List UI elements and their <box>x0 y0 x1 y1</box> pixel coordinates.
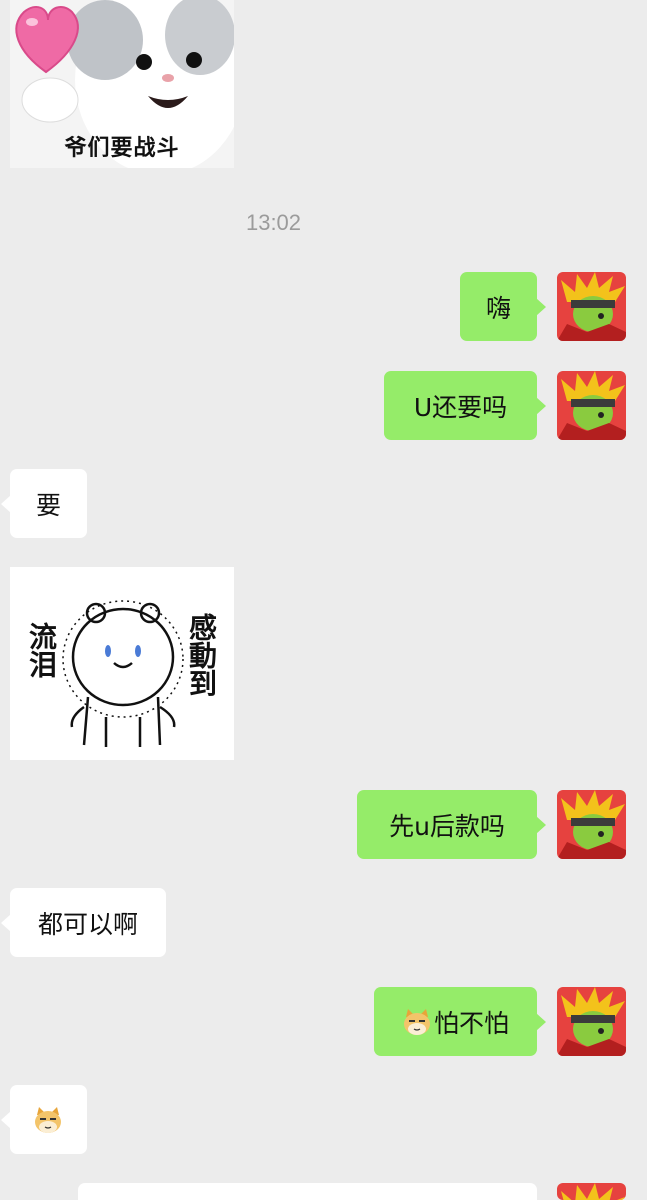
message-card-partial[interactable] <box>78 1183 537 1200</box>
cat-sticker-caption: 爷们要战斗 <box>64 136 180 161</box>
message-text: 怕不怕 <box>433 1008 509 1038</box>
timestamp: 13:02 <box>245 210 302 235</box>
avatar-icon[interactable] <box>557 1183 626 1200</box>
chat-area: 爷们要战斗 13:02 嗨 U还要吗 要 流泪 感動到 先u后款吗 都可以啊 怕… <box>0 0 647 1200</box>
bear-sticker[interactable]: 流泪 感動到 <box>10 567 234 760</box>
message-bubble-outgoing[interactable]: U还要吗 <box>384 371 546 440</box>
message-text: U还要吗 <box>413 392 508 422</box>
message-bubble-outgoing[interactable]: 先u后款吗 <box>357 790 546 859</box>
message-bubble-incoming[interactable] <box>1 1085 87 1154</box>
avatar-icon[interactable] <box>557 272 626 341</box>
message-text: 先u后款吗 <box>389 811 505 841</box>
message-bubble-incoming[interactable]: 都可以啊 <box>1 888 166 957</box>
message-text: 要 <box>35 490 61 520</box>
message-text: 嗨 <box>485 293 511 323</box>
avatar-icon[interactable] <box>557 987 626 1056</box>
bear-sticker-left-text: 流泪 <box>25 622 58 678</box>
message-bubble-incoming[interactable]: 要 <box>1 469 87 538</box>
doge-emoji-icon <box>33 1105 63 1135</box>
avatar-icon[interactable] <box>557 371 626 440</box>
doge-emoji-icon <box>402 1007 432 1037</box>
avatar-icon[interactable] <box>557 790 626 859</box>
message-bubble-outgoing[interactable]: 嗨 <box>460 272 546 341</box>
message-text: 都可以啊 <box>37 909 138 939</box>
bear-sticker-right-text: 感動到 <box>185 613 218 697</box>
message-bubble-outgoing[interactable]: 怕不怕 <box>374 987 546 1056</box>
cat-sticker[interactable]: 爷们要战斗 <box>10 0 234 168</box>
